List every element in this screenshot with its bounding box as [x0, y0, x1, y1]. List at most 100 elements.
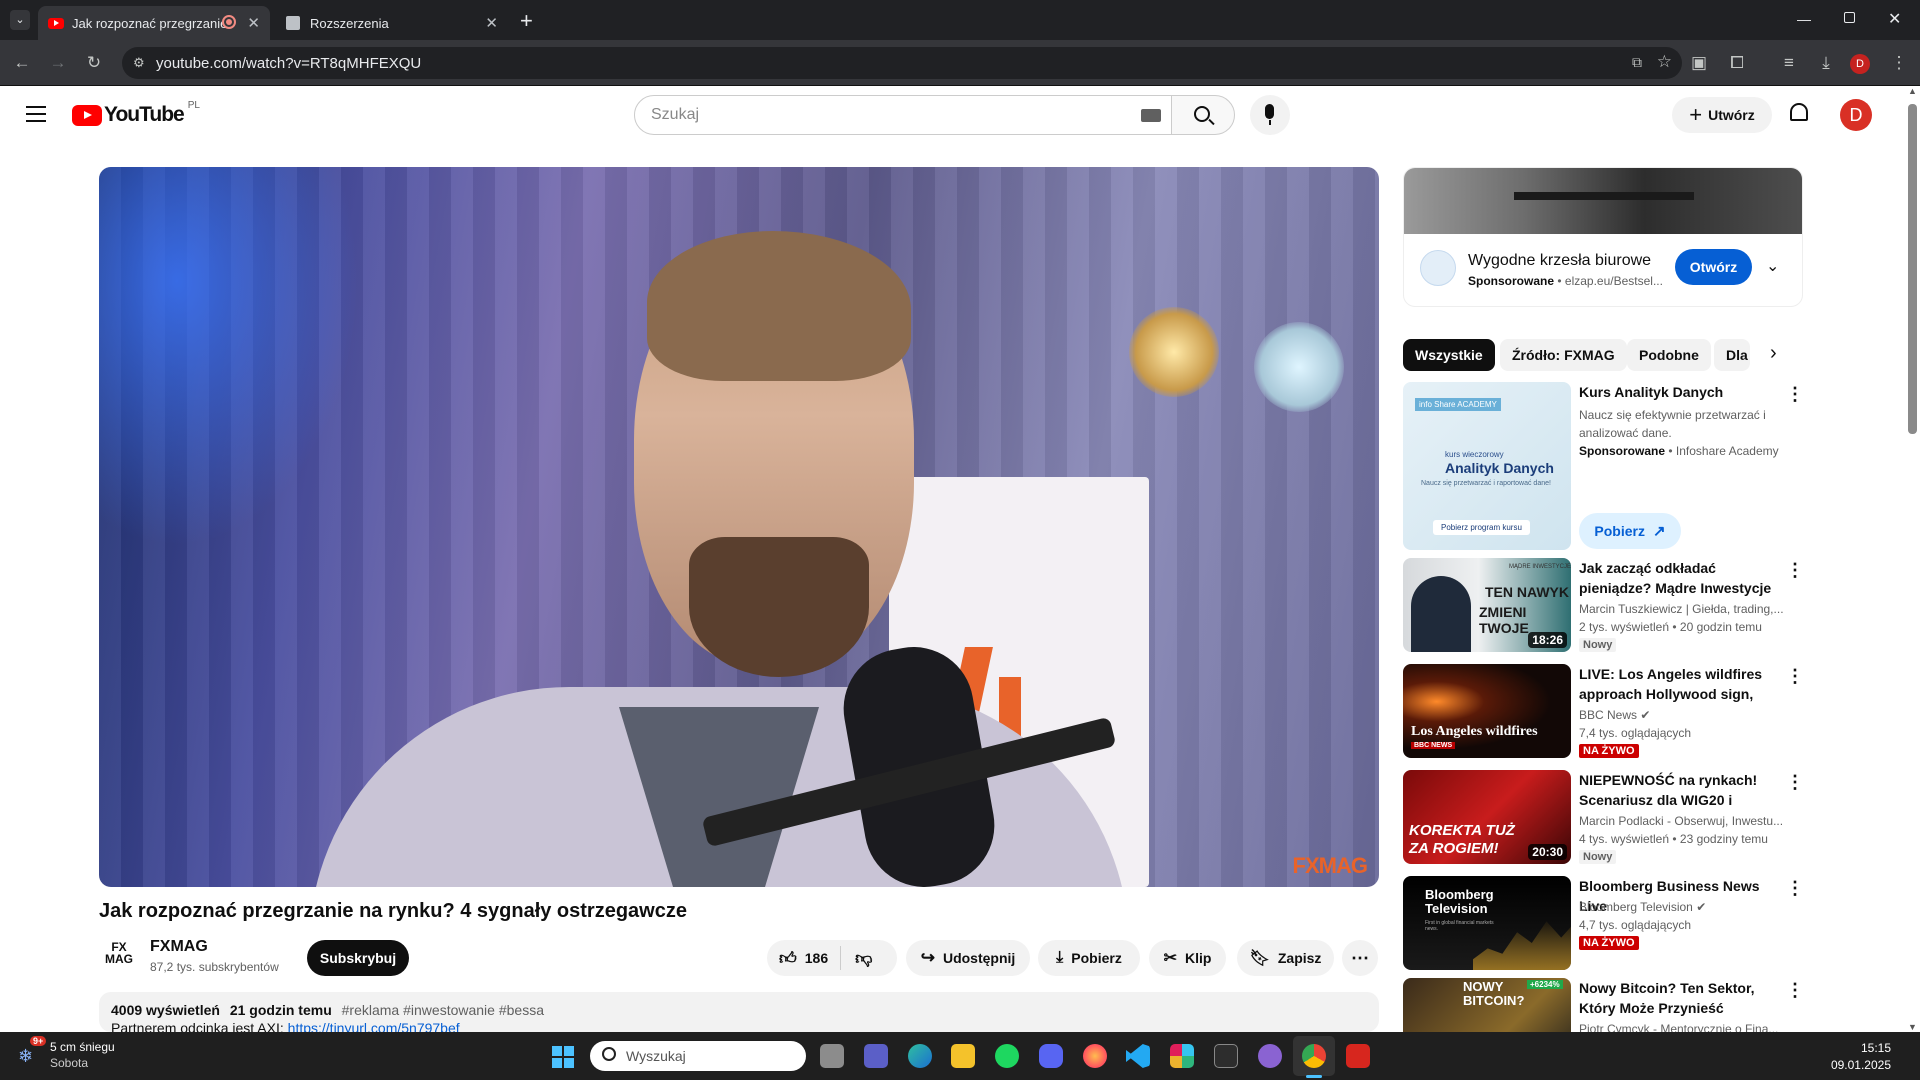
close-tab-icon[interactable]: ✕	[485, 14, 498, 32]
thumb-big: Analityk Danych	[1445, 460, 1554, 476]
download-label: Pobierz	[1071, 950, 1122, 966]
back-icon[interactable]: ←	[11, 53, 33, 73]
media-control-icon[interactable]: ≡	[1778, 53, 1800, 73]
chevron-down-icon[interactable]: ⌄	[1766, 256, 1779, 276]
hamburger-menu-icon[interactable]	[26, 106, 46, 122]
list-item[interactable]: info Share ACADEMY kurs wieczorowy Anali…	[1403, 382, 1804, 550]
chrome-icon[interactable]	[1302, 1044, 1326, 1068]
github-icon[interactable]	[1258, 1044, 1282, 1068]
thumbs-down-icon[interactable]: 👎︎	[841, 948, 872, 969]
more-options-icon[interactable]: ⋮	[1786, 384, 1804, 405]
install-app-icon[interactable]: ⧉	[1632, 54, 1642, 71]
search-button[interactable]	[1171, 95, 1235, 135]
terminal-icon[interactable]	[1214, 1044, 1238, 1068]
bookmark-star-icon[interactable]: ☆	[1657, 52, 1672, 72]
discord-icon[interactable]	[1039, 1044, 1063, 1068]
video-player[interactable]: FXMAG	[99, 167, 1379, 887]
more-actions-button[interactable]: ⋯	[1342, 940, 1378, 976]
tab-extensions[interactable]: Rozszerzenia ✕	[276, 6, 508, 40]
thumb-text1: KOREKTA TUŻ	[1409, 822, 1515, 839]
save-button[interactable]: 🔖︎ Zapisz	[1237, 940, 1334, 976]
ad-open-button[interactable]: Otwórz	[1675, 249, 1752, 285]
clip-button[interactable]: ✂ Klip	[1149, 940, 1226, 976]
list-item[interactable]: KOREKTA TUŻ ZA ROGIEM! 20:30 NIEPEWNOŚĆ …	[1403, 770, 1804, 864]
restore-icon[interactable]	[1844, 12, 1855, 23]
more-options-icon[interactable]: ⋮	[1786, 772, 1804, 793]
firefox-icon[interactable]	[1083, 1044, 1107, 1068]
task-view-icon[interactable]	[820, 1044, 844, 1068]
windows-taskbar: ❄ 9+ 5 cm śniegu Sobota Wyszukaj 15:15 0…	[0, 1032, 1920, 1080]
taskbar-search[interactable]: Wyszukaj	[590, 1041, 806, 1071]
thumb-sub: Naucz się przetwarzać i raportować dane!	[1421, 480, 1551, 487]
acrobat-icon[interactable]	[1346, 1044, 1370, 1068]
more-options-icon[interactable]: ⋮	[1786, 560, 1804, 581]
download-button[interactable]: ⤓ Pobierz	[1038, 940, 1140, 976]
scissors-icon: ✂	[1163, 950, 1177, 967]
logo-text: YouTube	[104, 103, 185, 126]
close-window-icon[interactable]: ✕	[1888, 9, 1901, 29]
ad-download-button[interactable]: Pobierz ↗	[1579, 513, 1681, 549]
list-item[interactable]: Los Angeles wildfires BBC NEWS LIVE: Los…	[1403, 664, 1804, 758]
ad-sponsored-label: Sponsorowane	[1468, 274, 1555, 288]
chevron-right-icon[interactable]: ›	[1770, 342, 1777, 365]
verified-icon: ✔	[1640, 708, 1651, 722]
more-options-icon[interactable]: ⋮	[1786, 878, 1804, 899]
list-item[interactable]: Bloomberg Television First in global fin…	[1403, 876, 1804, 970]
weather-widget[interactable]: ❄ 9+ 5 cm śniegu Sobota	[18, 1036, 138, 1072]
list-item[interactable]: NOWY BITCOIN? +6234% Nowy Bitcoin? Ten S…	[1403, 978, 1803, 1032]
tab-list-chevron-icon[interactable]: ⌄	[10, 10, 30, 30]
browser-profile-avatar[interactable]: D	[1850, 54, 1870, 74]
address-bar[interactable]: ⚙ youtube.com/watch?v=RT8qMHFEXQU ⧉ ☆	[122, 47, 1682, 79]
thumbnail: Los Angeles wildfires BBC NEWS	[1403, 664, 1571, 758]
subscribe-button[interactable]: Subskrybuj	[307, 940, 409, 976]
download-icon[interactable]: ⤓	[1815, 53, 1837, 73]
scrollbar-thumb[interactable]	[1908, 104, 1917, 434]
chrome-menu-icon[interactable]: ⋮	[1888, 53, 1910, 73]
reload-icon[interactable]: ↻	[83, 53, 105, 73]
recording-icon	[222, 15, 236, 29]
slack-icon[interactable]	[1170, 1044, 1194, 1068]
tab-search-icon[interactable]: ▣	[1688, 53, 1710, 73]
video-title: Jak rozpoznać przegrzanie na rynku? 4 sy…	[99, 900, 687, 922]
ad-card[interactable]: Wygodne krzesła biurowe Sponsorowane • e…	[1403, 167, 1803, 307]
teams-icon[interactable]	[864, 1044, 888, 1068]
close-tab-icon[interactable]: ✕	[247, 14, 260, 32]
keyboard-icon[interactable]	[1141, 109, 1161, 122]
channel-avatar[interactable]: FX MAG	[99, 933, 139, 973]
page-scrollbar[interactable]: ▲ ▼	[1905, 86, 1920, 1032]
file-explorer-icon[interactable]	[951, 1044, 975, 1068]
chip-for-you[interactable]: Dla	[1714, 339, 1750, 371]
vscode-icon[interactable]	[1126, 1044, 1150, 1068]
list-item[interactable]: MĄDRE INWESTYCJE TEN NAWYK ZMIENI TWOJE …	[1403, 558, 1804, 652]
duration-badge: 20:30	[1528, 844, 1567, 860]
minimize-icon[interactable]: —	[1797, 11, 1811, 27]
voice-search-button[interactable]	[1250, 95, 1290, 135]
description-box[interactable]: 4009 wyświetleń 21 godzin temu #reklama …	[99, 992, 1379, 1036]
search-input[interactable]: Szukaj	[634, 95, 1172, 135]
viewers: 4,7 tys. oglądających	[1579, 918, 1692, 932]
more-options-icon[interactable]: ⋮	[1786, 980, 1803, 1001]
new-tab-icon[interactable]: +	[520, 8, 533, 34]
more-options-icon[interactable]: ⋮	[1786, 666, 1804, 687]
create-button[interactable]: + Utwórz	[1672, 97, 1772, 133]
windows-start-icon[interactable]	[552, 1046, 574, 1068]
age: 23 godziny temu	[1679, 832, 1768, 846]
tab-youtube[interactable]: Jak rozpoznać przegrzanie ✕	[38, 6, 270, 40]
site-info-icon[interactable]: ⚙	[133, 55, 145, 71]
ad-banner-image	[1404, 168, 1802, 234]
channel-name[interactable]: FXMAG	[150, 938, 208, 956]
like-button[interactable]: 👍︎ 186	[779, 946, 842, 970]
hashtags[interactable]: #reklama #inwestowanie #bessa	[342, 1002, 544, 1018]
forward-icon[interactable]: →	[47, 53, 69, 73]
notifications-bell-icon[interactable]	[1790, 103, 1808, 121]
extensions-icon[interactable]: ⧠	[1726, 53, 1748, 73]
share-button[interactable]: ↪ Udostępnij	[906, 940, 1030, 976]
spotify-icon[interactable]	[995, 1044, 1019, 1068]
youtube-logo[interactable]: YouTube PL	[72, 100, 200, 127]
edge-icon[interactable]	[908, 1044, 932, 1068]
channel-name: Piotr Cymcyk - Mentorycznie o Fina...	[1579, 1022, 1779, 1032]
chip-related[interactable]: Podobne	[1627, 339, 1711, 371]
chip-all[interactable]: Wszystkie	[1403, 339, 1495, 371]
avatar[interactable]: D	[1840, 99, 1872, 131]
chip-from-channel[interactable]: Źródło: FXMAG	[1500, 339, 1627, 371]
